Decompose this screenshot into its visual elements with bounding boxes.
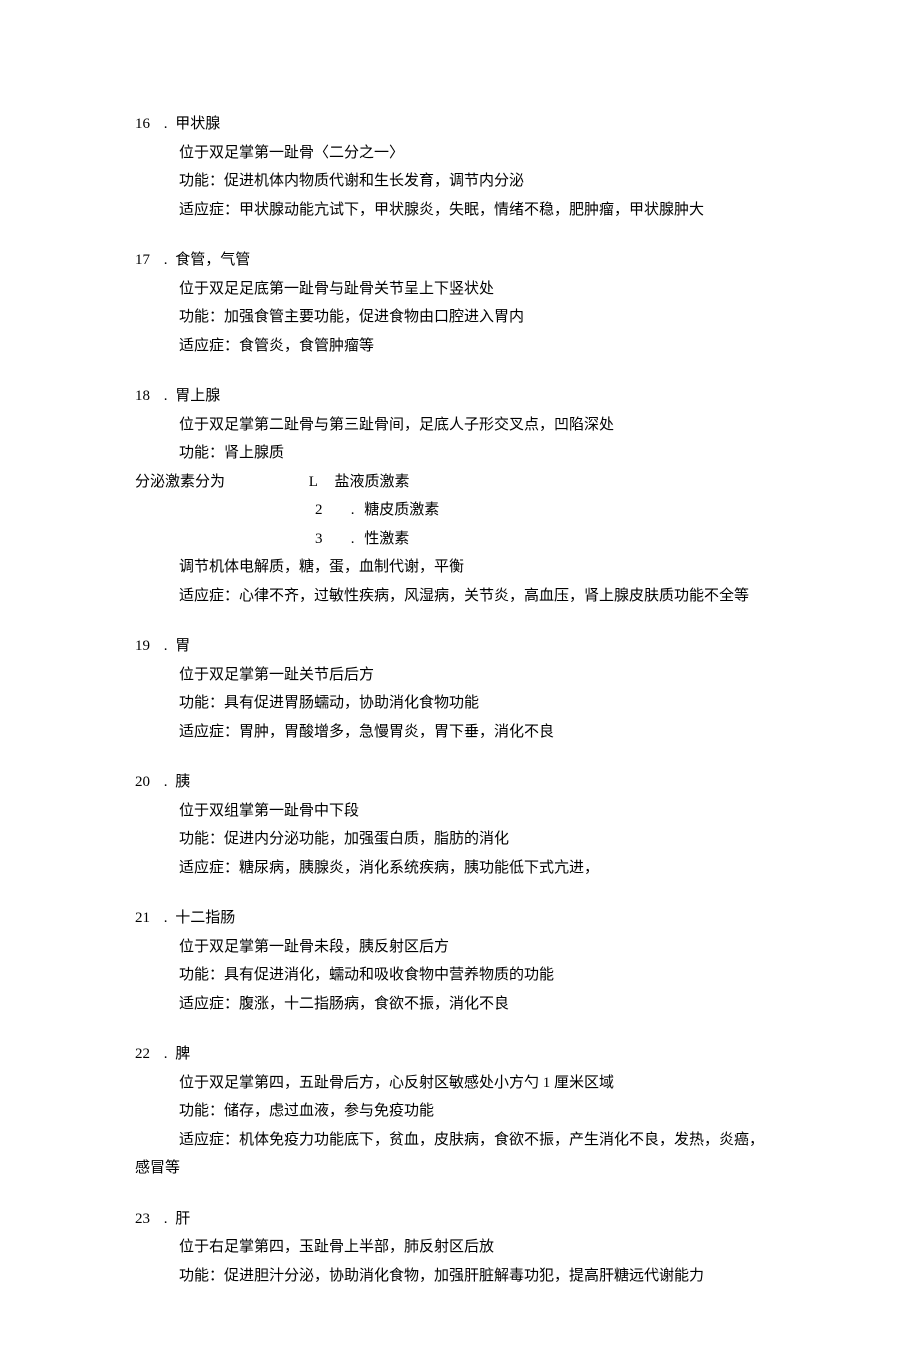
entry-line: 位于双足掌第一趾关节后后方: [135, 661, 800, 690]
entry-19: 19 . 胃 位于双足掌第一趾关节后后方 功能：具有促进胃肠蠕动，协助消化食物功…: [135, 632, 800, 746]
entry-heading: 21 . 十二指肠: [135, 904, 800, 933]
entry-line: 功能：储存，虑过血液，参与免疫功能: [135, 1097, 800, 1126]
sub-item-number: 2: [315, 496, 339, 525]
sub-item: 3 . 性激素: [135, 525, 800, 554]
entry-line: 功能：具有促进胃肠蠕动，协助消化食物功能: [135, 689, 800, 718]
entry-line: 功能：加强食管主要功能，促进食物由口腔进入胃内: [135, 303, 800, 332]
entry-line: 位于双足掌第四，五趾骨后方，心反射区敏感处小方勺 1 厘米区域: [135, 1069, 800, 1098]
dot-icon: .: [164, 904, 168, 933]
entry-number: 23: [135, 1205, 150, 1234]
entry-heading: 17 . 食管，气管: [135, 246, 800, 275]
entry-line: 适应症：胃肿，胃酸增多，急慢胃炎，胃下垂，消化不良: [135, 718, 800, 747]
dot-icon: .: [164, 382, 168, 411]
entry-line: 功能：促进内分泌功能，加强蛋白质，脂肪的消化: [135, 825, 800, 854]
entry-number: 19: [135, 632, 150, 661]
entry-line: 位于双足掌第二趾骨与第三趾骨间，足底人子形交叉点，凹陷深处: [135, 411, 800, 440]
entry-line: 适应症：机体免疫力功能底下，贫血，皮肤病，食欲不振，产生消化不良，发热，炎癌，: [135, 1126, 800, 1155]
dot-icon: .: [164, 768, 168, 797]
document-page: 16 . 甲状腺 位于双足掌第一趾骨〈二分之一〉 功能：促进机体内物质代谢和生长…: [0, 0, 920, 1372]
sub-item-number: 3: [315, 525, 339, 554]
entry-line: 功能：促进胆汁分泌，协助消化食物，加强肝脏解毒功犯，提高肝糖远代谢能力: [135, 1262, 800, 1291]
dot-icon: .: [351, 525, 355, 554]
entry-line: 位于双组掌第一趾骨中下段: [135, 797, 800, 826]
entry-title: 脾: [175, 1046, 190, 1062]
entry-heading: 20 . 胰: [135, 768, 800, 797]
entry-heading: 16 . 甲状腺: [135, 110, 800, 139]
sub-item-text: 性激素: [364, 531, 409, 547]
secretion-line: 分泌激素分为 L 盐液质激素: [135, 468, 800, 497]
entry-16: 16 . 甲状腺 位于双足掌第一趾骨〈二分之一〉 功能：促进机体内物质代谢和生长…: [135, 110, 800, 224]
entry-18: 18 . 胃上腺 位于双足掌第二趾骨与第三趾骨间，足底人子形交叉点，凹陷深处 功…: [135, 382, 800, 610]
sub-item-text: 糖皮质激素: [364, 502, 439, 518]
entry-line: 位于双足足底第一趾骨与趾骨关节呈上下竖状处: [135, 275, 800, 304]
entry-line: 位于右足掌第四，玉趾骨上半部，肺反射区后放: [135, 1233, 800, 1262]
entry-line: 适应症：糖尿病，胰腺炎，消化系统疾病，胰功能低下式亢进，: [135, 854, 800, 883]
entry-line: 位于双足掌第一趾骨〈二分之一〉: [135, 139, 800, 168]
dot-icon: .: [164, 632, 168, 661]
dot-icon: .: [351, 496, 355, 525]
entry-20: 20 . 胰 位于双组掌第一趾骨中下段 功能：促进内分泌功能，加强蛋白质，脂肪的…: [135, 768, 800, 882]
entry-line: 适应症：心律不齐，过敏性疾病，风湿病，关节炎，高血压，肾上腺皮肤质功能不全等: [135, 582, 800, 611]
entry-line: 适应症：甲状腺动能亢试下，甲状腺炎，失眠，情绪不稳，肥肿瘤，甲状腺肿大: [135, 196, 800, 225]
secretion-label: 分泌激素分为: [135, 468, 305, 497]
entry-title: 食管，气管: [175, 252, 250, 268]
entry-23: 23 . 肝 位于右足掌第四，玉趾骨上半部，肺反射区后放 功能：促进胆汁分泌，协…: [135, 1205, 800, 1291]
entry-line: 位于双足掌第一趾骨未段，胰反射区后方: [135, 933, 800, 962]
sub-item-text: 盐液质激素: [335, 474, 410, 490]
entry-heading: 22 . 脾: [135, 1040, 800, 1069]
entry-line: 功能：肾上腺质: [135, 439, 800, 468]
entry-number: 18: [135, 382, 150, 411]
dot-icon: .: [164, 1205, 168, 1234]
dot-icon: .: [164, 110, 168, 139]
entry-line-wrap: 感冒等: [135, 1154, 800, 1183]
entry-title: 十二指肠: [175, 910, 235, 926]
entry-heading: 18 . 胃上腺: [135, 382, 800, 411]
entry-heading: 19 . 胃: [135, 632, 800, 661]
dot-icon: .: [164, 1040, 168, 1069]
entry-number: 22: [135, 1040, 150, 1069]
entry-number: 21: [135, 904, 150, 933]
entry-line: 适应症：腹涨，十二指肠病，食欲不振，消化不良: [135, 990, 800, 1019]
entry-title: 肝: [175, 1211, 190, 1227]
entry-line: 功能：促进机体内物质代谢和生长发育，调节内分泌: [135, 167, 800, 196]
entry-number: 17: [135, 246, 150, 275]
entry-heading: 23 . 肝: [135, 1205, 800, 1234]
entry-17: 17 . 食管，气管 位于双足足底第一趾骨与趾骨关节呈上下竖状处 功能：加强食管…: [135, 246, 800, 360]
entry-title: 胃上腺: [175, 388, 220, 404]
entry-number: 16: [135, 110, 150, 139]
sub-item-number: L: [309, 468, 331, 497]
entry-title: 胃: [175, 638, 190, 654]
entry-number: 20: [135, 768, 150, 797]
sub-item: 2 . 糖皮质激素: [135, 496, 800, 525]
entry-title: 胰: [175, 774, 190, 790]
entry-line: 功能：具有促进消化，蠕动和吸收食物中营养物质的功能: [135, 961, 800, 990]
entry-line: 调节机体电解质，糖，蛋，血制代谢，平衡: [135, 553, 800, 582]
entry-22: 22 . 脾 位于双足掌第四，五趾骨后方，心反射区敏感处小方勺 1 厘米区域 功…: [135, 1040, 800, 1183]
entry-line: 适应症：食管炎，食管肿瘤等: [135, 332, 800, 361]
entry-21: 21 . 十二指肠 位于双足掌第一趾骨未段，胰反射区后方 功能：具有促进消化，蠕…: [135, 904, 800, 1018]
dot-icon: .: [164, 246, 168, 275]
entry-title: 甲状腺: [175, 116, 220, 132]
